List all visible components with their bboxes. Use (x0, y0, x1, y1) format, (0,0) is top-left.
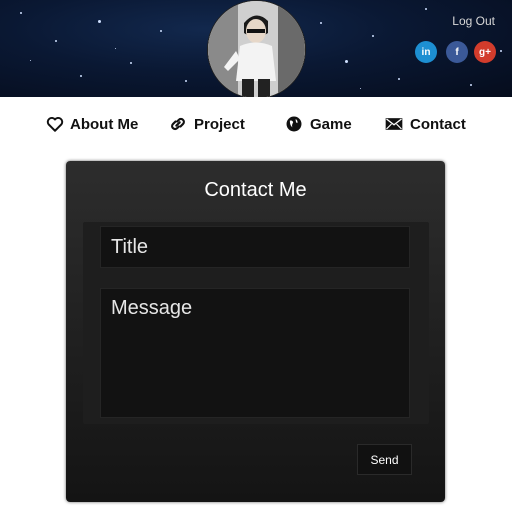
main-nav: About Me Project Game Contact (0, 110, 512, 138)
profile-photo (208, 1, 305, 97)
header-banner: Log Out in f g+ (0, 0, 512, 97)
nav-label-project: Project (194, 115, 245, 133)
message-textarea[interactable] (100, 288, 410, 418)
link-icon (171, 117, 185, 131)
google-plus-icon[interactable]: g+ (474, 41, 496, 63)
facebook-icon[interactable]: f (446, 41, 468, 63)
logout-link[interactable]: Log Out (452, 14, 495, 28)
nav-label-game: Game (310, 115, 352, 133)
facebook-glyph: f (455, 46, 459, 58)
nav-item-game[interactable]: Game (284, 110, 352, 138)
nav-item-contact[interactable]: Contact (384, 110, 466, 138)
contact-title: Contact Me (204, 179, 307, 201)
title-input[interactable] (100, 226, 410, 268)
nav-label-contact: Contact (410, 115, 466, 133)
nav-label-about-me: About Me (70, 115, 139, 133)
contact-panel: Contact Me Send (66, 161, 445, 502)
linkedin-icon[interactable]: in (415, 41, 437, 63)
send-button[interactable]: Send (357, 444, 412, 475)
globe-icon (286, 116, 302, 132)
google-plus-glyph: g+ (479, 46, 491, 58)
nav-item-about-me[interactable]: About Me (46, 110, 138, 138)
avatar (207, 0, 306, 97)
heart-icon (46, 116, 64, 132)
nav-item-project[interactable]: Project (168, 110, 245, 138)
envelope-icon (385, 118, 403, 130)
linkedin-glyph: in (421, 46, 431, 58)
